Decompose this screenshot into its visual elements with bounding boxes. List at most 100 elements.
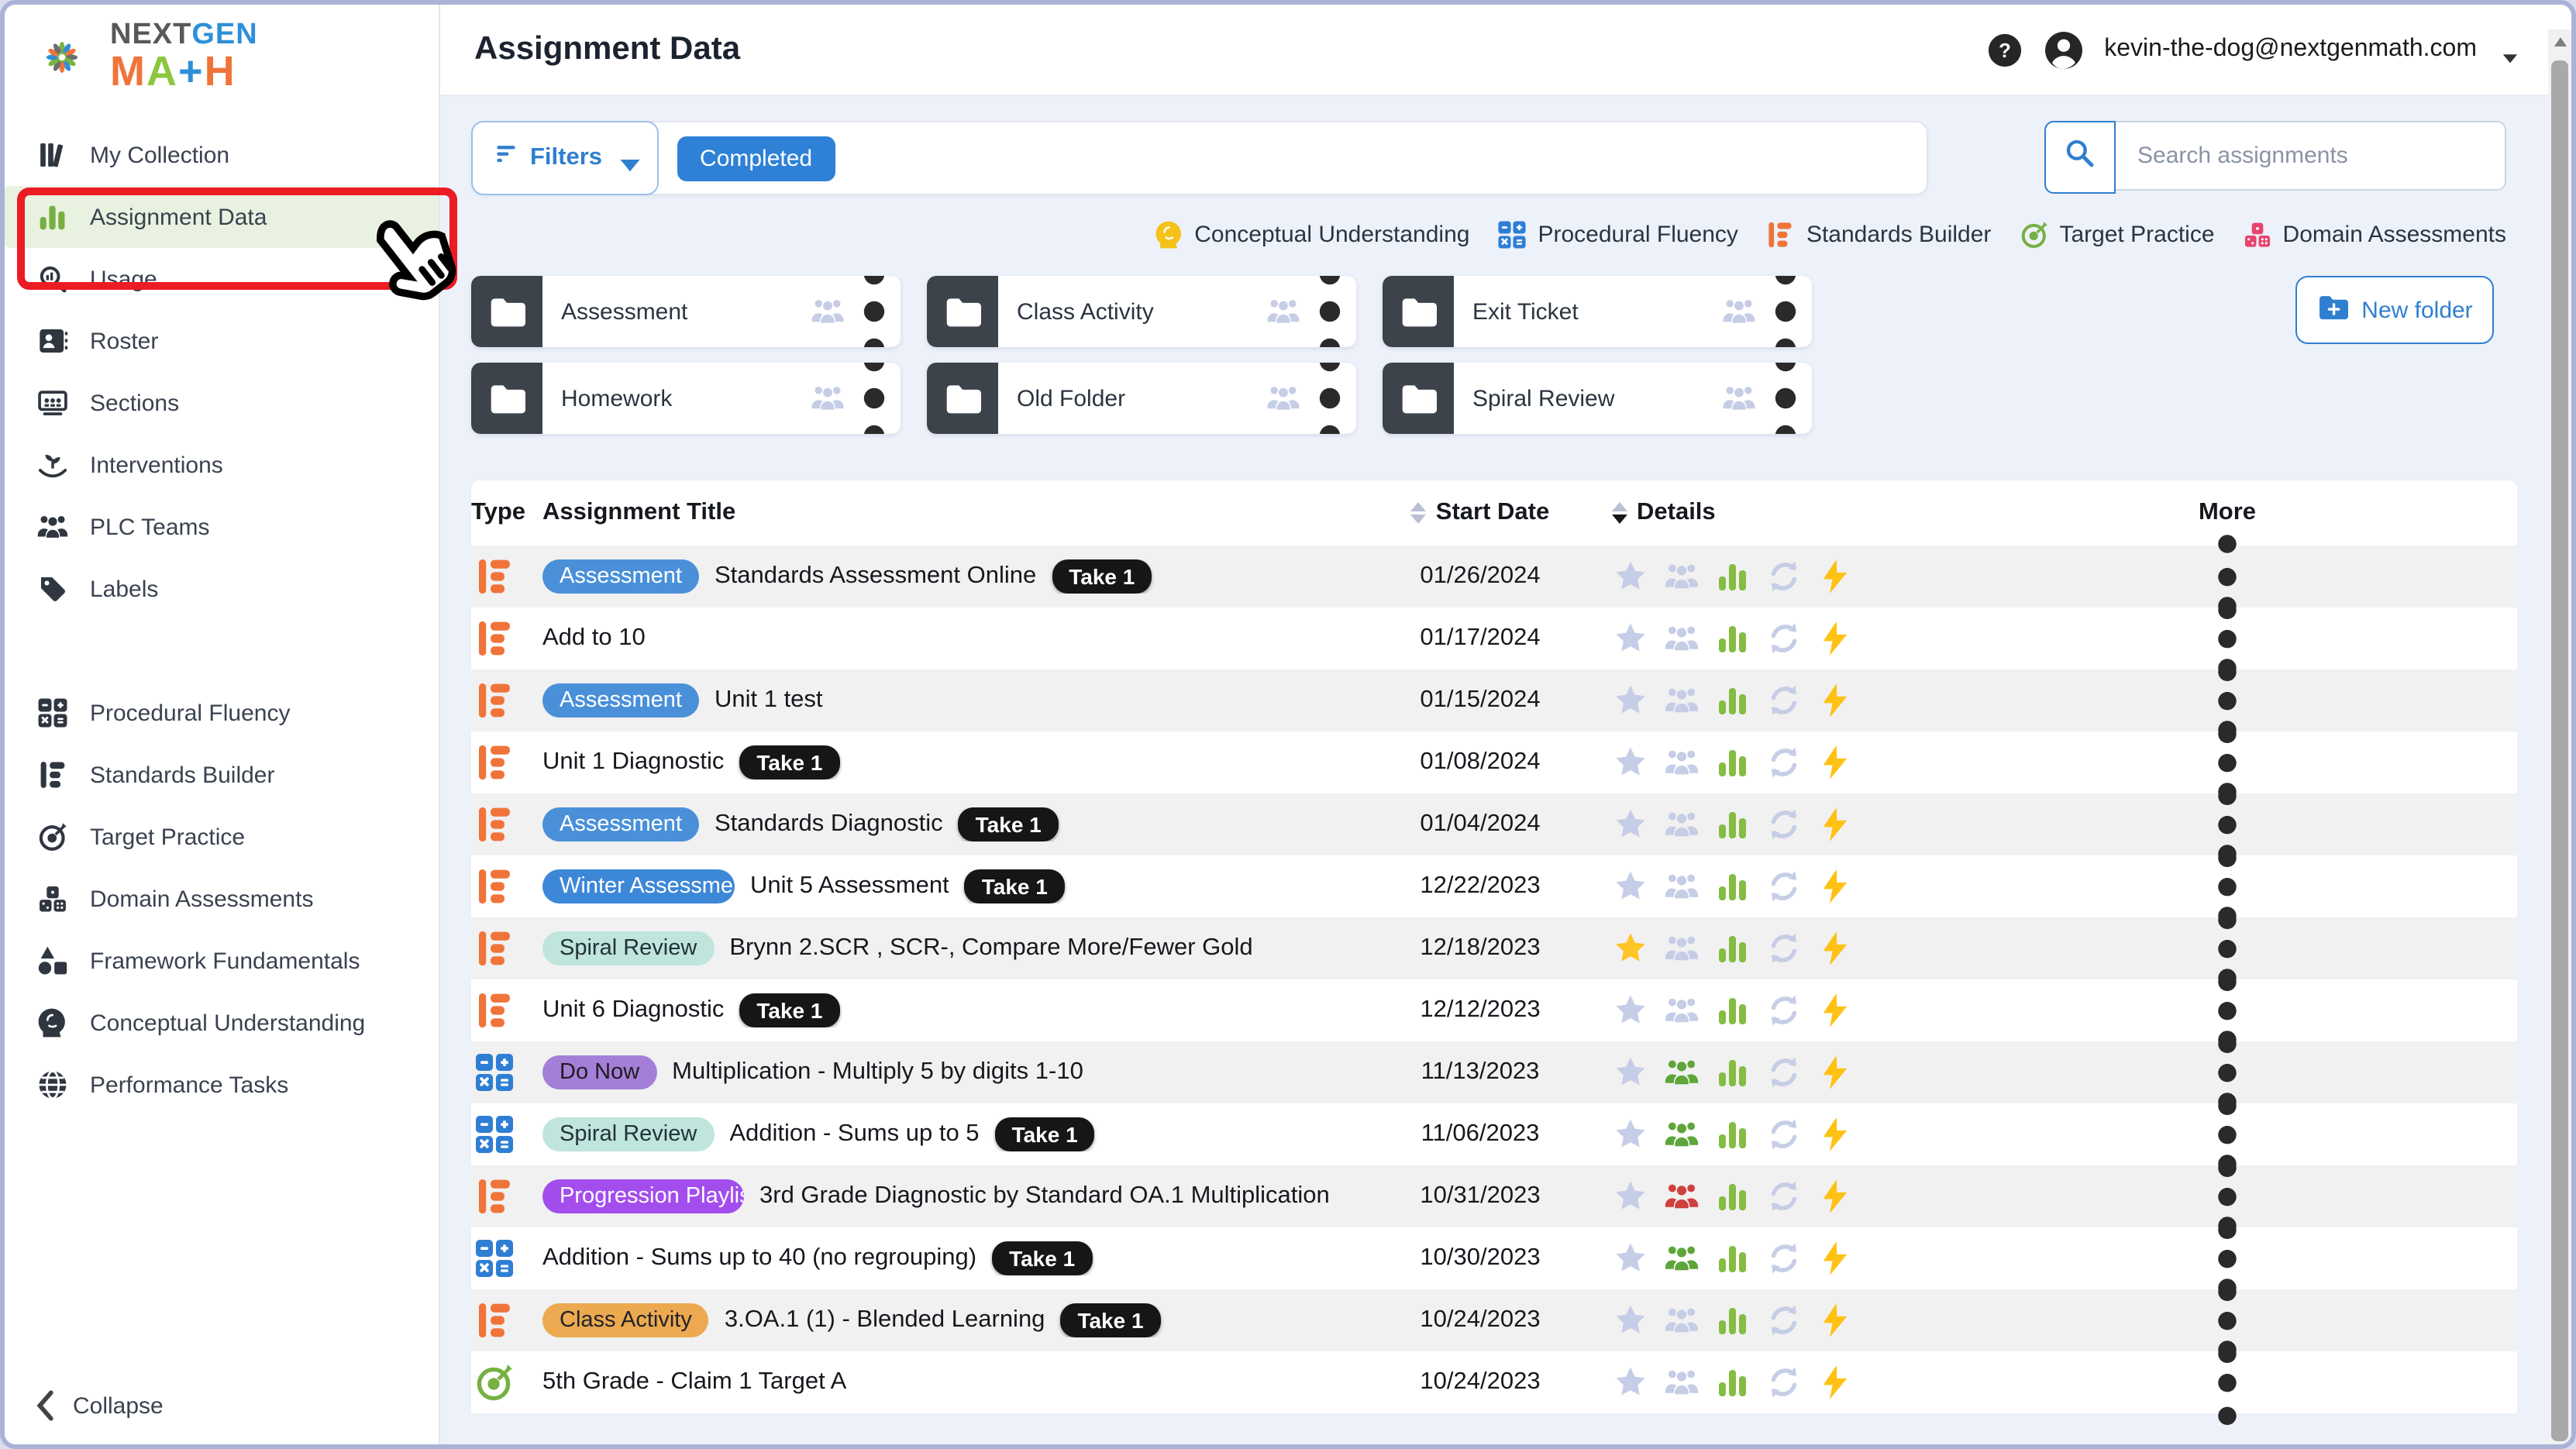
kebab-menu-icon[interactable]: [1316, 294, 1344, 329]
assignment-title[interactable]: 3.OA.1 (1) - Blended Learning: [725, 1306, 1045, 1334]
bar-chart-icon[interactable]: [1714, 558, 1751, 595]
lightning-icon[interactable]: [1817, 992, 1854, 1029]
app-logo[interactable]: NEXTGEN MA+H: [5, 5, 439, 102]
bar-chart-icon[interactable]: [1714, 1178, 1751, 1215]
people-icon[interactable]: [811, 384, 845, 412]
lightning-icon[interactable]: [1817, 558, 1854, 595]
sidebar-item-domain-assessments[interactable]: Domain Assessments: [5, 868, 439, 930]
lightning-icon[interactable]: [1817, 1178, 1854, 1215]
lightning-icon[interactable]: [1817, 744, 1854, 781]
sidebar-item-procedural-fluency[interactable]: Procedural Fluency: [5, 682, 439, 744]
people-icon[interactable]: [1663, 1302, 1700, 1339]
new-folder-button[interactable]: New folder: [2295, 276, 2494, 344]
people-icon[interactable]: [1663, 930, 1700, 967]
sidebar-item-standards-builder[interactable]: Standards Builder: [5, 744, 439, 806]
bar-chart-icon[interactable]: [1714, 682, 1751, 719]
assignment-title[interactable]: 3rd Grade Diagnostic by Standard OA.1 Mu…: [759, 1182, 1330, 1210]
bar-chart-icon[interactable]: [1714, 1054, 1751, 1091]
bar-chart-icon[interactable]: [1714, 620, 1751, 657]
star-icon[interactable]: [1612, 1240, 1649, 1277]
table-row[interactable]: Winter AssessmentUnit 5 AssessmentTake 1…: [471, 855, 2517, 917]
kebab-menu-icon[interactable]: [1772, 381, 1799, 415]
folder-card-exit-ticket[interactable]: Exit Ticket: [1383, 276, 1812, 347]
kebab-menu-icon[interactable]: [860, 381, 888, 415]
bar-chart-icon[interactable]: [1714, 868, 1751, 905]
star-icon[interactable]: [1612, 1364, 1649, 1401]
people-icon[interactable]: [1663, 744, 1700, 781]
refresh-icon[interactable]: [1765, 744, 1803, 781]
kebab-menu-icon[interactable]: [860, 294, 888, 329]
star-icon[interactable]: [1612, 1178, 1649, 1215]
refresh-icon[interactable]: [1765, 992, 1803, 1029]
star-icon[interactable]: [1612, 992, 1649, 1029]
folder-card-homework[interactable]: Homework: [471, 363, 901, 434]
bar-chart-icon[interactable]: [1714, 1116, 1751, 1153]
assignment-title[interactable]: Unit 6 Diagnostic: [542, 996, 724, 1024]
people-icon[interactable]: [1663, 1054, 1700, 1091]
lightning-icon[interactable]: [1817, 620, 1854, 657]
refresh-icon[interactable]: [1765, 558, 1803, 595]
user-email[interactable]: kevin-the-dog@nextgenmath.com: [2104, 36, 2477, 64]
people-icon[interactable]: [1722, 298, 1756, 325]
sidebar-item-my-collection[interactable]: My Collection: [5, 124, 439, 186]
star-icon[interactable]: [1612, 930, 1649, 967]
star-icon[interactable]: [1612, 1116, 1649, 1153]
sidebar-item-usage[interactable]: Usage: [5, 248, 439, 310]
people-icon[interactable]: [1266, 384, 1300, 412]
refresh-icon[interactable]: [1765, 1054, 1803, 1091]
col-header-start-date[interactable]: Start Date: [1379, 499, 1581, 527]
filters-button[interactable]: Filters: [471, 120, 658, 194]
table-row[interactable]: Progression Playlist3rd Grade Diagnostic…: [471, 1165, 2517, 1227]
people-icon[interactable]: [1663, 1364, 1700, 1401]
kebab-menu-icon[interactable]: [2215, 683, 2240, 718]
people-icon[interactable]: [1663, 806, 1700, 843]
assignment-title[interactable]: Multiplication - Multiply 5 by digits 1-…: [672, 1058, 1083, 1086]
search-button[interactable]: [2044, 121, 2116, 194]
lightning-icon[interactable]: [1817, 806, 1854, 843]
kebab-menu-icon[interactable]: [2215, 1117, 2240, 1151]
table-row[interactable]: Unit 1 DiagnosticTake 101/08/2024: [471, 731, 2517, 793]
col-header-details[interactable]: Details: [1581, 499, 1937, 527]
sort-arrows-icon[interactable]: [1612, 502, 1627, 524]
table-row[interactable]: AssessmentStandards DiagnosticTake 101/0…: [471, 793, 2517, 855]
bar-chart-icon[interactable]: [1714, 1302, 1751, 1339]
star-icon[interactable]: [1612, 744, 1649, 781]
people-icon[interactable]: [1663, 1240, 1700, 1277]
assignment-title[interactable]: Brynn 2.SCR , SCR-, Compare More/Fewer G…: [729, 934, 1252, 962]
kebab-menu-icon[interactable]: [1316, 381, 1344, 415]
help-icon[interactable]: ?: [1986, 32, 2022, 67]
kebab-menu-icon[interactable]: [2215, 1055, 2240, 1089]
sidebar-item-sections[interactable]: Sections: [5, 372, 439, 434]
lightning-icon[interactable]: [1817, 1054, 1854, 1091]
assignment-title[interactable]: Standards Diagnostic: [715, 811, 943, 838]
sidebar-item-labels[interactable]: Labels: [5, 558, 439, 620]
kebab-menu-icon[interactable]: [2215, 993, 2240, 1027]
people-icon[interactable]: [1663, 1116, 1700, 1153]
assignment-title[interactable]: Addition - Sums up to 5: [729, 1120, 979, 1148]
assignment-title[interactable]: Add to 10: [542, 625, 646, 652]
people-icon[interactable]: [1266, 298, 1300, 325]
vertical-scrollbar[interactable]: [2548, 29, 2571, 1444]
sidebar-item-roster[interactable]: Roster: [5, 310, 439, 372]
search-input[interactable]: [2116, 121, 2506, 191]
scrollbar-thumb[interactable]: [2551, 60, 2568, 1441]
refresh-icon[interactable]: [1765, 1116, 1803, 1153]
sidebar-item-assignment-data[interactable]: Assignment Data: [5, 186, 439, 248]
bar-chart-icon[interactable]: [1714, 992, 1751, 1029]
refresh-icon[interactable]: [1765, 682, 1803, 719]
refresh-icon[interactable]: [1765, 930, 1803, 967]
lightning-icon[interactable]: [1817, 1302, 1854, 1339]
table-row[interactable]: Spiral ReviewBrynn 2.SCR , SCR-, Compare…: [471, 917, 2517, 979]
chevron-down-icon[interactable]: [2502, 43, 2519, 56]
refresh-icon[interactable]: [1765, 1364, 1803, 1401]
refresh-icon[interactable]: [1765, 1178, 1803, 1215]
bar-chart-icon[interactable]: [1714, 1364, 1751, 1401]
refresh-icon[interactable]: [1765, 868, 1803, 905]
lightning-icon[interactable]: [1817, 1364, 1854, 1401]
sidebar-item-interventions[interactable]: Interventions: [5, 434, 439, 496]
star-icon[interactable]: [1612, 620, 1649, 657]
refresh-icon[interactable]: [1765, 620, 1803, 657]
table-row[interactable]: AssessmentStandards Assessment OnlineTak…: [471, 546, 2517, 607]
bar-chart-icon[interactable]: [1714, 1240, 1751, 1277]
kebab-menu-icon[interactable]: [2215, 559, 2240, 594]
